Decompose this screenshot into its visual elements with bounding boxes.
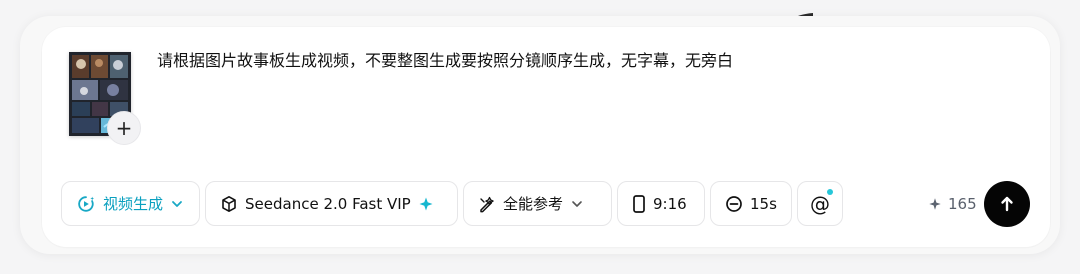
add-image-button[interactable]: + xyxy=(107,111,141,145)
video-mode-label: 视频生成 xyxy=(103,195,164,213)
arrow-up-icon xyxy=(997,194,1017,214)
portrait-rectangle-icon xyxy=(632,194,646,214)
chevron-down-icon xyxy=(570,197,584,211)
aspect-ratio-label: 9:16 xyxy=(653,194,687,213)
duration-button[interactable]: 15s xyxy=(710,181,792,226)
composer-toolbar: 视频生成 Seedance 2.0 Fast VIP 全能参考 9:16 15s… xyxy=(61,181,1041,226)
video-mode-button[interactable]: 视频生成 xyxy=(61,181,200,226)
credits-value: 165 xyxy=(948,195,977,213)
notification-dot xyxy=(827,189,833,195)
sparkle-icon xyxy=(928,197,942,211)
reference-label: 全能参考 xyxy=(503,195,564,213)
mention-button[interactable]: @ xyxy=(797,181,843,226)
reference-selector-button[interactable]: 全能参考 xyxy=(463,181,612,226)
duration-label: 15s xyxy=(750,194,777,213)
plus-icon: + xyxy=(115,116,133,140)
model-label: Seedance 2.0 Fast VIP xyxy=(245,194,411,213)
sparkle-icon xyxy=(418,196,434,212)
composer-screen: + 请根据图片故事板生成视频，不要整图生成要按照分镜顺序生成，无字幕，无旁白 视… xyxy=(0,0,1080,274)
wand-pen-icon xyxy=(478,195,496,213)
chevron-down-icon xyxy=(170,197,184,211)
send-button[interactable] xyxy=(984,181,1030,227)
minus-circle-icon xyxy=(725,195,743,213)
at-sign-icon: @ xyxy=(810,191,830,216)
prompt-text[interactable]: 请根据图片故事板生成视频，不要整图生成要按照分镜顺序生成，无字幕，无旁白 xyxy=(157,49,957,73)
aspect-ratio-button[interactable]: 9:16 xyxy=(617,181,705,226)
video-spark-icon xyxy=(76,194,96,214)
model-selector-button[interactable]: Seedance 2.0 Fast VIP xyxy=(205,181,458,226)
credits-indicator: 165 xyxy=(928,194,977,214)
cube-icon xyxy=(220,195,238,213)
